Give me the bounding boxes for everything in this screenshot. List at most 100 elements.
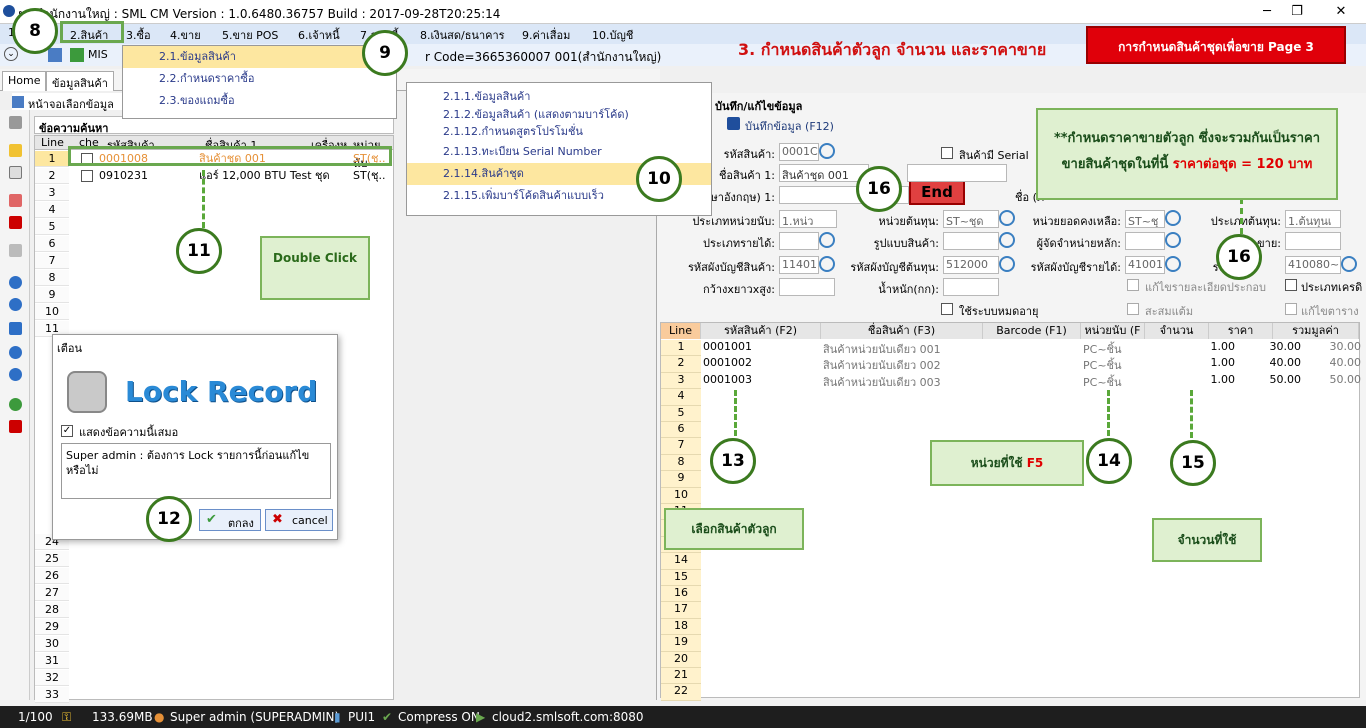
show-always-checkbox[interactable]: ✓ <box>61 425 73 437</box>
table-row[interactable]: 0001002 สินค้าหน่วยนับเดียว 002 PC~ชิ้น … <box>701 356 1361 372</box>
qty-used-callout: จำนวนที่ใช้ <box>1152 518 1262 562</box>
close-icon[interactable]: ✕ <box>1326 2 1356 22</box>
points-checkbox[interactable] <box>1127 303 1139 315</box>
row-line: 3 <box>35 185 69 201</box>
name1-field[interactable]: สินค้าชุด 001 <box>779 164 869 182</box>
back-arrow-icon[interactable] <box>9 276 22 289</box>
expire-checkbox[interactable] <box>941 303 953 315</box>
tab-home[interactable]: Home <box>2 71 47 91</box>
distributor-field[interactable] <box>1125 232 1165 250</box>
step-10-badge: 10 <box>636 156 682 202</box>
cost-unit-field[interactable]: ST~ชุด <box>943 210 999 228</box>
help-icon[interactable] <box>9 398 22 411</box>
row-line: 25 <box>35 551 69 567</box>
acc-return-field[interactable]: 410080~ <box>1285 256 1341 274</box>
menu-item-depreciation[interactable]: 9.ค่าเสื่อม <box>522 26 570 44</box>
step-14-badge: 14 <box>1086 438 1132 484</box>
stock-unit-label: หน่วยยอดคงเหลือ: <box>1032 215 1121 228</box>
search-icon[interactable] <box>819 256 835 272</box>
search-icon[interactable] <box>999 210 1015 226</box>
chevron-down-icon[interactable]: ⌄ <box>4 47 18 61</box>
grid-icon[interactable] <box>48 48 62 62</box>
step-11-badge: 11 <box>176 228 222 274</box>
menu-item-cash-bank[interactable]: 8.เงินสด/ธนาคาร <box>420 26 505 44</box>
credit-type-checkbox[interactable] <box>1285 279 1297 291</box>
step-16-price-badge: 16 <box>1216 234 1262 280</box>
edit-table-checkbox[interactable] <box>1285 303 1297 315</box>
ok-button[interactable]: ✔ ตกลง <box>199 509 261 531</box>
down-arrow-icon[interactable] <box>9 368 22 381</box>
weight-field[interactable] <box>943 278 999 296</box>
table-row[interactable]: 0910231 แอร์ 12,000 BTU Test ชุด ST(ชุ.. <box>71 168 391 184</box>
menu-item-pos[interactable]: 5.ขาย POS <box>222 26 278 44</box>
sale-field[interactable] <box>1285 232 1341 250</box>
doc-icon[interactable] <box>9 166 22 179</box>
menu-item-payable[interactable]: 6.เจ้าหนี้ <box>298 26 340 44</box>
step-16-badge: 16 <box>856 166 902 212</box>
image-field[interactable] <box>943 232 999 250</box>
search-icon[interactable] <box>999 232 1015 248</box>
search-icon[interactable] <box>1165 210 1181 226</box>
submenu-item-product-data[interactable]: 2.1.1.ข้อมูลสินค้า <box>407 87 711 107</box>
status-compress: Compress ON <box>398 710 480 724</box>
end-button[interactable]: End <box>909 179 965 205</box>
close-red-icon[interactable] <box>9 420 22 433</box>
menu-item-product-data[interactable]: 2.1.ข้อมูลสินค้า <box>123 46 396 68</box>
cost-type-select[interactable]: 1.ต้นทุนเ <box>1285 210 1341 228</box>
cancel-button[interactable]: ✖ cancel <box>265 509 333 531</box>
check-doc-icon[interactable] <box>9 194 22 207</box>
up-arrow-icon[interactable] <box>9 346 22 359</box>
search-icon[interactable] <box>819 143 835 159</box>
submenu-item-promotion[interactable]: 2.1.12.กำหนดสูตรโปรโมชั่น <box>407 123 711 141</box>
acc-cost-field[interactable]: 512000 <box>943 256 999 274</box>
price-note-line2-wrap: ขายสินค้าชุดในที่นี้ ราคาต่อชุด = 120 บา… <box>1046 152 1328 178</box>
play-icon: ▶ <box>476 710 486 724</box>
code-field[interactable]: 0001C <box>779 143 819 161</box>
new-doc-icon[interactable] <box>9 144 22 157</box>
edit-table-label: แก้ไขตาราง <box>1301 305 1359 318</box>
menu-item-purchase[interactable]: 3.ซื้อ <box>126 26 151 44</box>
menu-item-account[interactable]: 10.บัญชี <box>592 26 633 44</box>
search-icon[interactable] <box>819 232 835 248</box>
forward-arrow-icon[interactable] <box>9 298 22 311</box>
fast-forward-icon[interactable] <box>9 322 22 335</box>
search-icon[interactable] <box>999 256 1015 272</box>
highlight-product-menu <box>60 21 124 43</box>
row-checkbox[interactable] <box>81 170 93 182</box>
minimize-icon[interactable]: ─ <box>1252 2 1282 22</box>
tab-product-data[interactable]: ข้อมูลสินค้า <box>46 71 114 91</box>
search-icon[interactable] <box>1341 256 1357 272</box>
search-icon[interactable] <box>1165 256 1181 272</box>
toolbar-tool-icon[interactable] <box>9 116 22 129</box>
name1-field-ext[interactable] <box>907 164 1007 182</box>
maximize-icon[interactable]: ❐ <box>1282 2 1312 22</box>
row-line: 9 <box>35 287 69 303</box>
search-icon[interactable] <box>1165 232 1181 248</box>
report-icon[interactable] <box>9 244 22 257</box>
delete-doc-icon[interactable] <box>9 216 22 229</box>
row-line: 1 <box>661 340 701 357</box>
cell-total: 50.00 <box>1329 372 1362 386</box>
cost-type-label: ประเภทต้นทุน: <box>1210 215 1281 228</box>
check-icon: ✔ <box>206 512 217 527</box>
accumulate-checkbox[interactable] <box>1127 279 1139 291</box>
serial-checkbox[interactable] <box>941 147 953 159</box>
acc-product-field[interactable]: 11401 <box>779 256 819 274</box>
status-user: Super admin (SUPERADMIN) <box>170 710 340 724</box>
stock-unit-field[interactable]: ST~ชุ <box>1125 210 1165 228</box>
dimension-field[interactable] <box>779 278 835 296</box>
acc-income-field[interactable]: 41001 <box>1125 256 1165 274</box>
table-row[interactable]: 0001001 สินค้าหน่วยนับเดียว 001 PC~ชิ้น … <box>701 340 1361 356</box>
serial-label: สินค้ามี Serial <box>959 149 1029 162</box>
menu-item-sale[interactable]: 4.ขาย <box>170 26 201 44</box>
mis-label[interactable]: MIS <box>88 48 108 61</box>
table-row[interactable]: 0001003 สินค้าหน่วยนับเดียว 003 PC~ชิ้น … <box>701 372 1362 389</box>
row-line: 4 <box>661 389 701 406</box>
income-type-field[interactable] <box>779 232 819 250</box>
unit-type-select[interactable]: 1.หน่ว <box>779 210 837 228</box>
menu-item-purchase-gift[interactable]: 2.3.ของแถมซื้อ <box>123 90 396 112</box>
cell-code: 0001001 <box>703 340 752 353</box>
chart-icon[interactable] <box>70 48 84 62</box>
menu-item-purchase-price[interactable]: 2.2.กำหนดราคาซื้อ <box>123 68 396 90</box>
submenu-item-product-barcode[interactable]: 2.1.2.ข้อมูลสินค้า (แสดงตามบาร์โค้ด) <box>407 107 711 123</box>
